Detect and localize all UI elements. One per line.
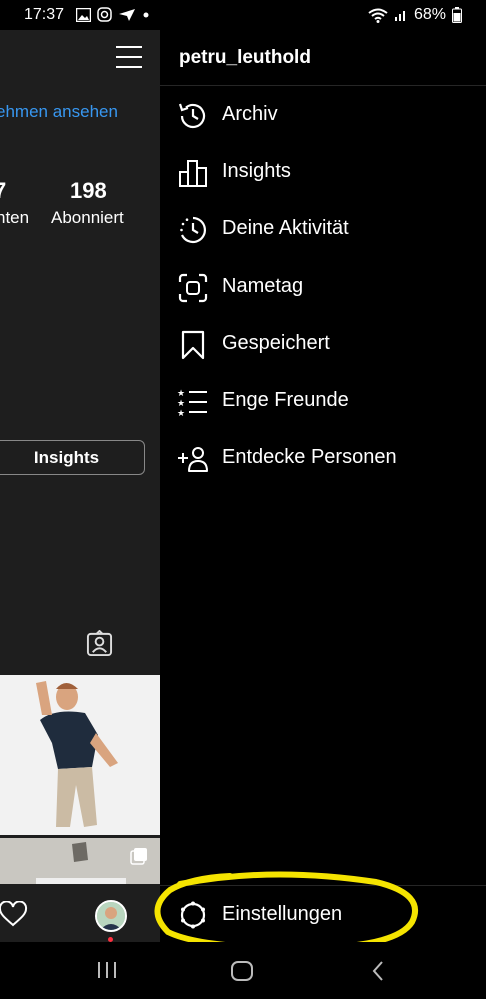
status-right: 68%	[368, 6, 462, 24]
menu-label-archiv: Archiv	[222, 103, 278, 125]
post-thumbnail[interactable]	[0, 675, 160, 835]
insights-button[interactable]: Insights	[0, 440, 145, 475]
close-friends-icon: ★ ★ ★	[177, 389, 207, 418]
menu-label-nametag: Nametag	[222, 275, 304, 297]
heart-icon[interactable]	[0, 901, 28, 927]
instagram-notification-icon	[97, 7, 112, 22]
svg-text:★: ★	[177, 389, 185, 399]
activity-icon	[180, 216, 206, 244]
multiple-posts-icon	[130, 848, 147, 865]
following-count[interactable]: 198	[70, 178, 107, 204]
profile-avatar[interactable]	[95, 900, 127, 932]
menu-label-close-friends: Enge Freunde	[222, 389, 349, 411]
nametag-icon	[178, 273, 208, 303]
stat-label-left[interactable]: nten	[0, 208, 29, 228]
menu-label-insights: Insights	[222, 160, 291, 182]
menu-icon[interactable]	[116, 46, 142, 68]
profile-panel: ehmen ansehen 7 nten 198 Abonniert Insig…	[0, 30, 160, 942]
menu-item-insights[interactable]: Insights	[160, 147, 486, 197]
divider	[160, 85, 486, 86]
gallery-icon	[76, 7, 91, 22]
following-label[interactable]: Abonniert	[51, 208, 124, 228]
drawer-username: petru_leuthold	[179, 47, 311, 68]
side-drawer: petru_leuthold Archiv Insights Deine Akt…	[154, 30, 486, 952]
svg-text:★: ★	[177, 399, 185, 409]
person-photo	[0, 675, 160, 835]
menu-item-archiv[interactable]: Archiv	[160, 90, 486, 140]
dot-icon	[143, 12, 149, 17]
menu-label-discover-people: Entdecke Personen	[222, 446, 397, 468]
bookmark-icon	[181, 330, 205, 360]
profile-link[interactable]: ehmen ansehen	[0, 102, 118, 122]
send-icon	[119, 8, 135, 21]
back-icon[interactable]	[370, 960, 386, 982]
tagged-photos-icon[interactable]	[86, 630, 113, 657]
menu-item-close-friends[interactable]: ★ ★ ★ Enge Freunde	[160, 376, 486, 426]
status-bar: 17:37 68%	[0, 0, 486, 30]
menu-item-saved[interactable]: Gespeichert	[160, 319, 486, 369]
system-nav-bar	[0, 942, 486, 999]
wifi-icon	[368, 8, 388, 23]
archive-icon	[178, 103, 206, 129]
avatar-image	[97, 902, 125, 930]
signal-icon	[394, 11, 405, 21]
notification-icons	[76, 7, 150, 22]
menu-label-saved: Gespeichert	[222, 332, 330, 354]
bottom-tab-bar	[0, 884, 160, 942]
svg-text:★: ★	[177, 409, 185, 418]
menu-label-activity: Deine Aktivität	[222, 217, 349, 239]
battery-percent: 68%	[413, 6, 446, 23]
menu-item-nametag[interactable]: Nametag	[160, 262, 486, 312]
menu-item-activity[interactable]: Deine Aktivität	[160, 204, 486, 254]
insights-icon	[179, 160, 207, 187]
menu-item-discover-people[interactable]: Entdecke Personen	[160, 433, 486, 483]
add-person-icon	[178, 447, 208, 472]
battery-icon	[452, 7, 462, 23]
home-icon[interactable]	[230, 960, 254, 982]
status-time: 17:37	[24, 6, 65, 23]
stat-count-left[interactable]: 7	[0, 178, 6, 204]
recent-apps-icon[interactable]	[96, 960, 118, 980]
